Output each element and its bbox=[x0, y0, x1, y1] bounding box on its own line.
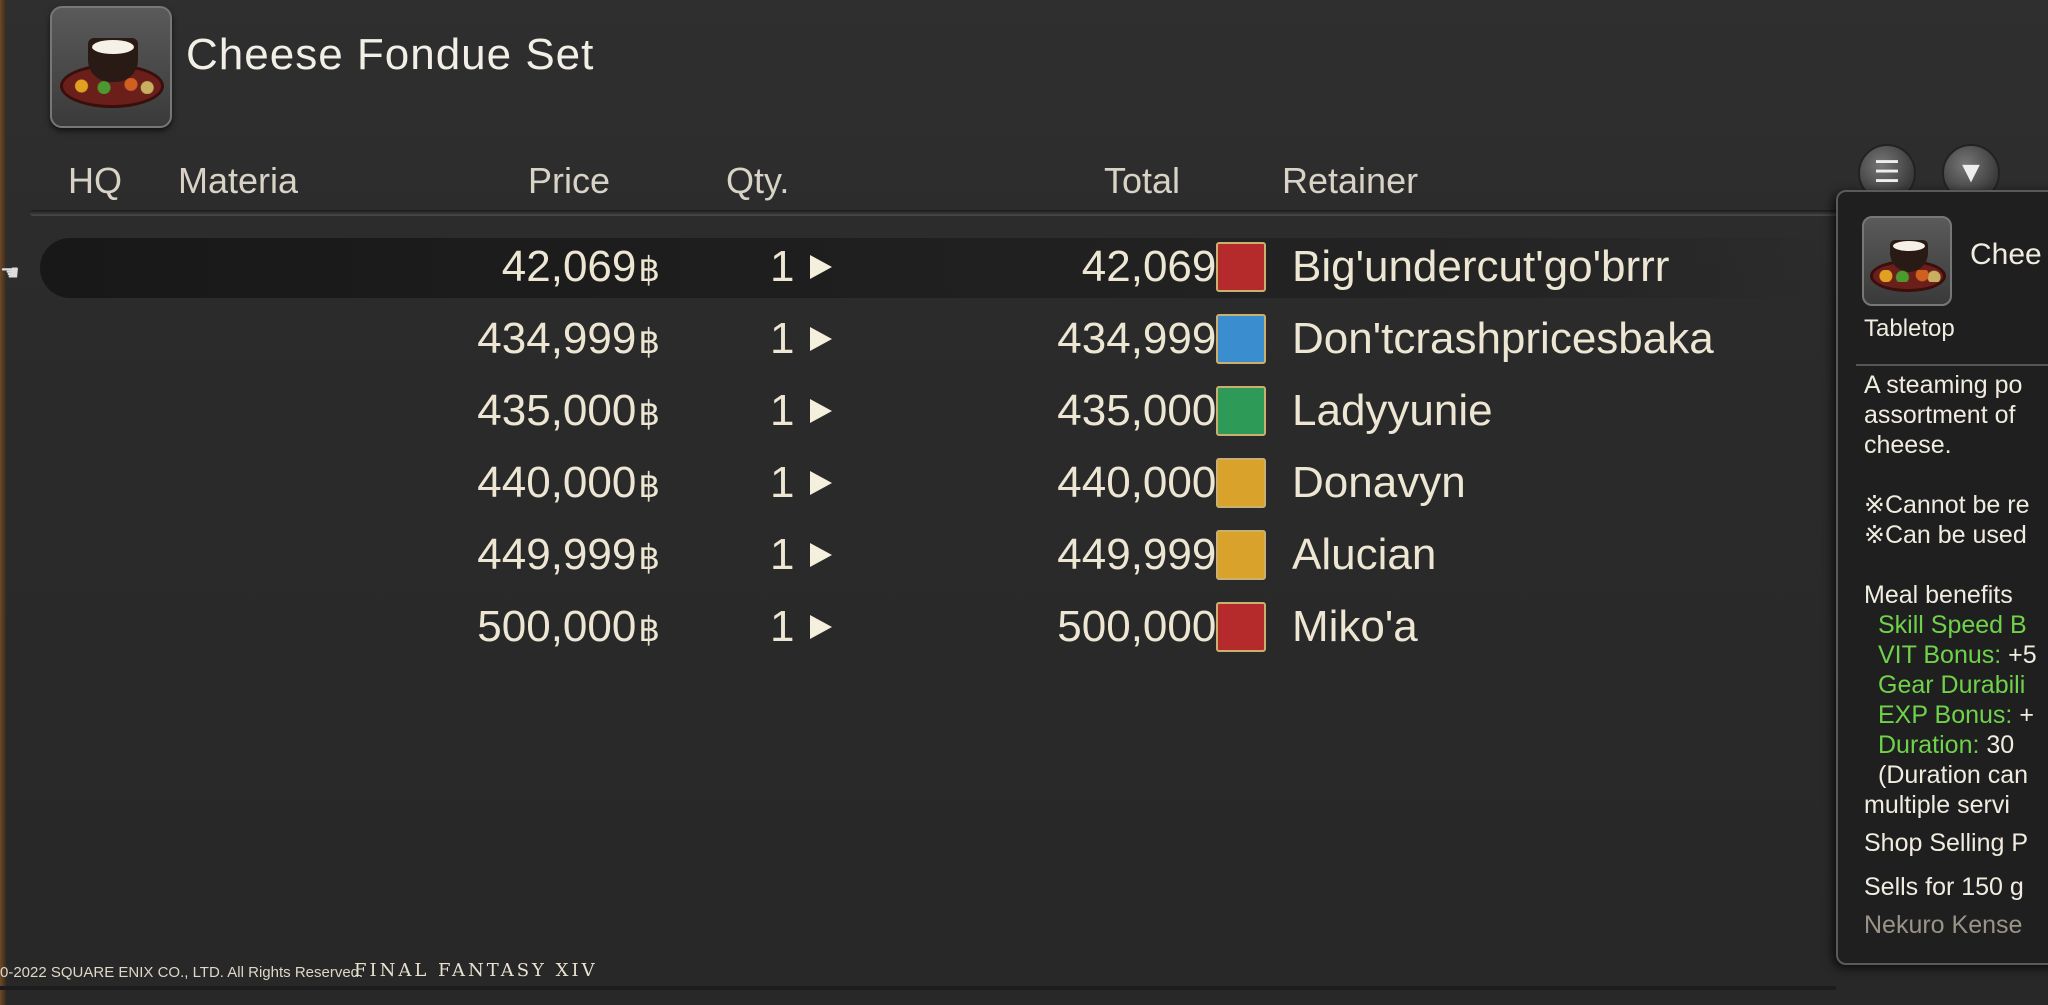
listing-total: 500,000฿ bbox=[1057, 602, 1240, 652]
tooltip-divider bbox=[1856, 364, 2048, 366]
listing-price: 42,069฿ bbox=[501, 242, 660, 291]
column-header-retainer[interactable]: Retainer bbox=[1282, 160, 1418, 202]
tooltip-crafter: Nekuro Kense bbox=[1864, 911, 2023, 939]
expand-arrow-icon[interactable] bbox=[810, 615, 832, 639]
column-header-price[interactable]: Price bbox=[528, 160, 610, 202]
listing-row[interactable]: 435,000฿ 1 435,000฿ Ladyyunie bbox=[40, 382, 1840, 442]
listing-qty: 1 bbox=[770, 458, 795, 507]
listing-total: 435,000฿ bbox=[1057, 386, 1240, 436]
listing-total: 440,000฿ bbox=[1057, 458, 1240, 508]
expand-arrow-icon[interactable] bbox=[810, 255, 832, 279]
item-icon[interactable] bbox=[50, 6, 172, 128]
benefit-value: 30 bbox=[1986, 731, 2015, 759]
tooltip-sells-for: Sells for 150 g bbox=[1864, 873, 2024, 901]
column-header-qty[interactable]: Qty. bbox=[726, 160, 789, 202]
listing-retainer: Alucian bbox=[1292, 530, 1437, 579]
ishgard-crest-icon bbox=[1216, 530, 1266, 580]
listing-row[interactable]: 434,999฿ 1 434,999฿ Don'tcrashpricesbaka bbox=[40, 310, 1840, 370]
listing-qty: 1 bbox=[770, 602, 795, 651]
expand-arrow-icon[interactable] bbox=[810, 471, 832, 495]
tooltip-duration-note: (Duration can bbox=[1878, 761, 2029, 789]
expand-arrow-icon[interactable] bbox=[810, 399, 832, 423]
window-left-border bbox=[0, 0, 6, 1005]
tooltip-note: ※Can be used bbox=[1864, 521, 2027, 549]
limsa-crest-icon bbox=[1216, 314, 1266, 364]
column-header-total[interactable]: Total bbox=[1104, 160, 1180, 202]
tooltip-category: Tabletop bbox=[1864, 315, 1955, 342]
listing-row[interactable]: 440,000฿ 1 440,000฿ Donavyn bbox=[40, 454, 1840, 514]
listing-row[interactable]: 500,000฿ 1 500,000฿ Miko'a bbox=[40, 598, 1840, 658]
item-title: Cheese Fondue Set bbox=[186, 30, 595, 79]
listing-price: 434,999฿ bbox=[477, 314, 660, 363]
expand-arrow-icon[interactable] bbox=[810, 327, 832, 351]
header-divider bbox=[30, 210, 1840, 216]
listing-qty: 1 bbox=[770, 386, 795, 435]
listing-retainer: Big'undercut'go'brrr bbox=[1292, 242, 1670, 291]
tooltip-description-line: cheese. bbox=[1864, 431, 1952, 459]
gil-icon: ฿ bbox=[638, 611, 660, 649]
ul'dah-crest-icon bbox=[1216, 602, 1266, 652]
bottom-divider bbox=[0, 986, 1836, 990]
listing-total: 449,999฿ bbox=[1057, 530, 1240, 580]
listing-retainer: Ladyyunie bbox=[1292, 386, 1493, 435]
listing-retainer: Don'tcrashpricesbaka bbox=[1292, 314, 1714, 363]
gil-icon: ฿ bbox=[638, 395, 660, 433]
tooltip-duration-note: multiple servi bbox=[1864, 791, 2010, 819]
column-header-materia[interactable]: Materia bbox=[178, 160, 298, 202]
benefit-value: + bbox=[2019, 701, 2034, 729]
listing-row[interactable]: 449,999฿ 1 449,999฿ Alucian bbox=[40, 526, 1840, 586]
market-board-window: ☚ Cheese Fondue Set HQ Materia Price Qty… bbox=[0, 0, 2048, 1005]
listing-price: 440,000฿ bbox=[477, 458, 660, 507]
copyright-text: 0-2022 SQUARE ENIX CO., LTD. All Rights … bbox=[0, 964, 364, 981]
listing-retainer: Miko'a bbox=[1292, 602, 1418, 651]
listing-qty: 1 bbox=[770, 530, 795, 579]
listing-qty: 1 bbox=[770, 242, 795, 291]
ffxiv-logo: FINAL FANTASY XIV bbox=[354, 960, 598, 981]
tooltip-shop-selling-label: Shop Selling P bbox=[1864, 829, 2029, 857]
tooltip-description-line: A steaming po bbox=[1864, 371, 2023, 399]
ul'dah-crest-icon bbox=[1216, 242, 1266, 292]
listing-row[interactable]: 42,069฿142,069฿Big'undercut'go'brrr bbox=[40, 238, 1840, 298]
tooltip-item-name: Chee bbox=[1970, 238, 2042, 271]
listing-qty: 1 bbox=[770, 314, 795, 363]
tooltip-note: ※Cannot be re bbox=[1864, 491, 2030, 519]
listing-total: 434,999฿ bbox=[1057, 314, 1240, 364]
benefit-label: Duration: bbox=[1878, 731, 1980, 759]
benefit-label: Skill Speed B bbox=[1878, 611, 2027, 639]
tooltip-meal-benefits-label: Meal benefits bbox=[1864, 581, 2013, 609]
gridania-crest-icon bbox=[1216, 386, 1266, 436]
gil-icon: ฿ bbox=[638, 539, 660, 577]
gil-icon: ฿ bbox=[638, 323, 660, 361]
listing-retainer: Donavyn bbox=[1292, 458, 1466, 507]
benefit-value: +5 bbox=[2008, 641, 2037, 669]
item-tooltip: Chee Tabletop A steaming po assortment o… bbox=[1836, 190, 2048, 965]
tooltip-description-line: assortment of bbox=[1864, 401, 2016, 429]
gil-icon: ฿ bbox=[638, 251, 660, 289]
tooltip-item-icon bbox=[1862, 216, 1952, 306]
benefit-label: VIT Bonus: bbox=[1878, 641, 2002, 669]
cursor-pointer-icon: ☚ bbox=[0, 260, 20, 285]
benefit-label: Gear Durabili bbox=[1878, 671, 2026, 699]
listing-price: 500,000฿ bbox=[477, 602, 660, 651]
benefit-label: EXP Bonus: bbox=[1878, 701, 2013, 729]
ishgard-crest-icon bbox=[1216, 458, 1266, 508]
gil-icon: ฿ bbox=[638, 467, 660, 505]
listing-price: 435,000฿ bbox=[477, 386, 660, 435]
column-header-hq[interactable]: HQ bbox=[68, 160, 122, 202]
expand-arrow-icon[interactable] bbox=[810, 543, 832, 567]
listing-price: 449,999฿ bbox=[477, 530, 660, 579]
